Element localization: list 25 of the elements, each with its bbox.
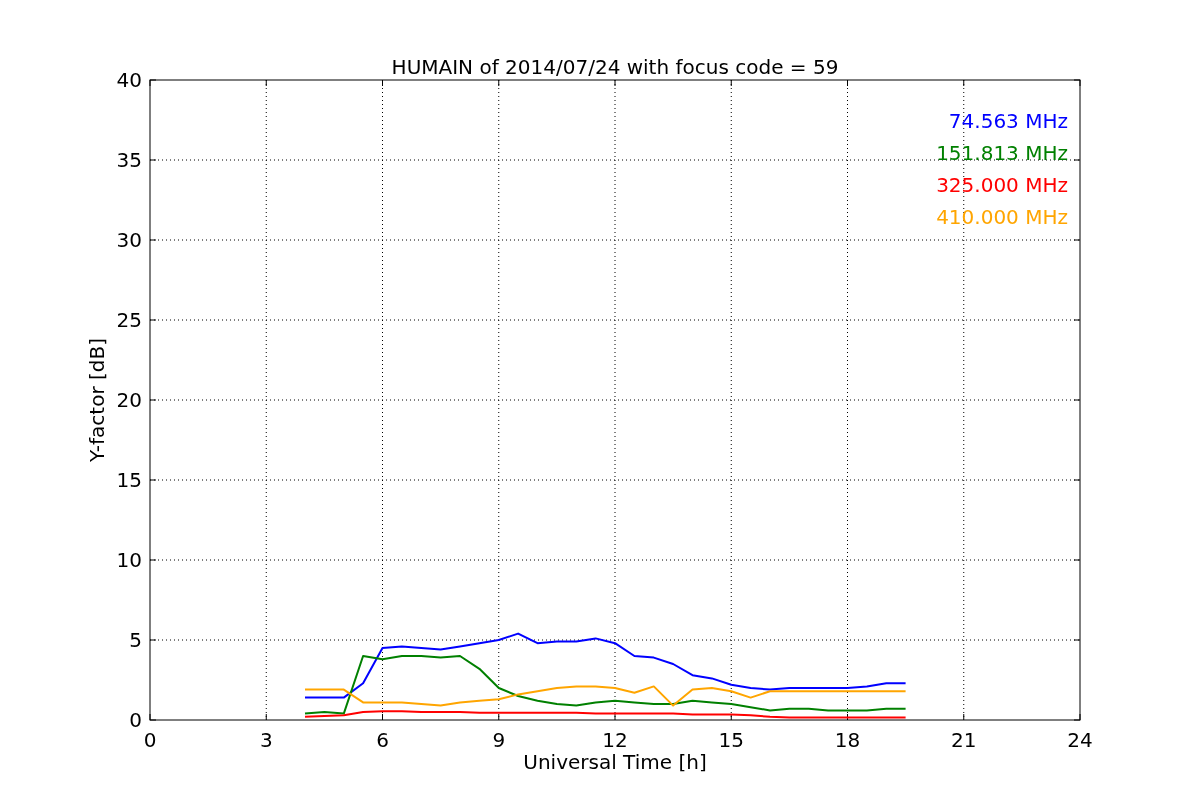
- y-tick-label: 40: [116, 68, 142, 92]
- y-tick-label: 25: [116, 308, 142, 332]
- y-tick-label: 30: [116, 228, 142, 252]
- x-tick-label: 15: [718, 728, 744, 752]
- y-tick-label: 35: [116, 148, 142, 172]
- legend-label: 325.000 MHz: [936, 173, 1068, 197]
- x-tick-label: 21: [951, 728, 977, 752]
- y-tick-label: 15: [116, 468, 142, 492]
- x-tick-label: 18: [834, 728, 861, 752]
- y-axis-label: Y-factor [dB]: [85, 338, 109, 462]
- x-tick-label: 6: [376, 728, 389, 752]
- legend-label: 74.563 MHz: [948, 109, 1068, 133]
- chart-title: HUMAIN of 2014/07/24 with focus code = 59: [391, 55, 839, 79]
- x-tick-label: 9: [492, 728, 506, 752]
- y-tick-label: 20: [116, 388, 142, 412]
- x-tick-label: 0: [143, 728, 157, 752]
- y-tick-label: 10: [116, 548, 142, 572]
- x-tick-label: 3: [259, 728, 273, 752]
- legend-label: 410.000 MHz: [936, 205, 1068, 229]
- x-tick-label: 12: [602, 728, 628, 752]
- y-tick-label: 5: [129, 628, 142, 652]
- x-axis-label: Universal Time [h]: [523, 750, 707, 774]
- x-tick-label: 24: [1067, 728, 1093, 752]
- y-tick-label: 0: [129, 708, 142, 732]
- legend-label: 151.813 MHz: [936, 141, 1068, 165]
